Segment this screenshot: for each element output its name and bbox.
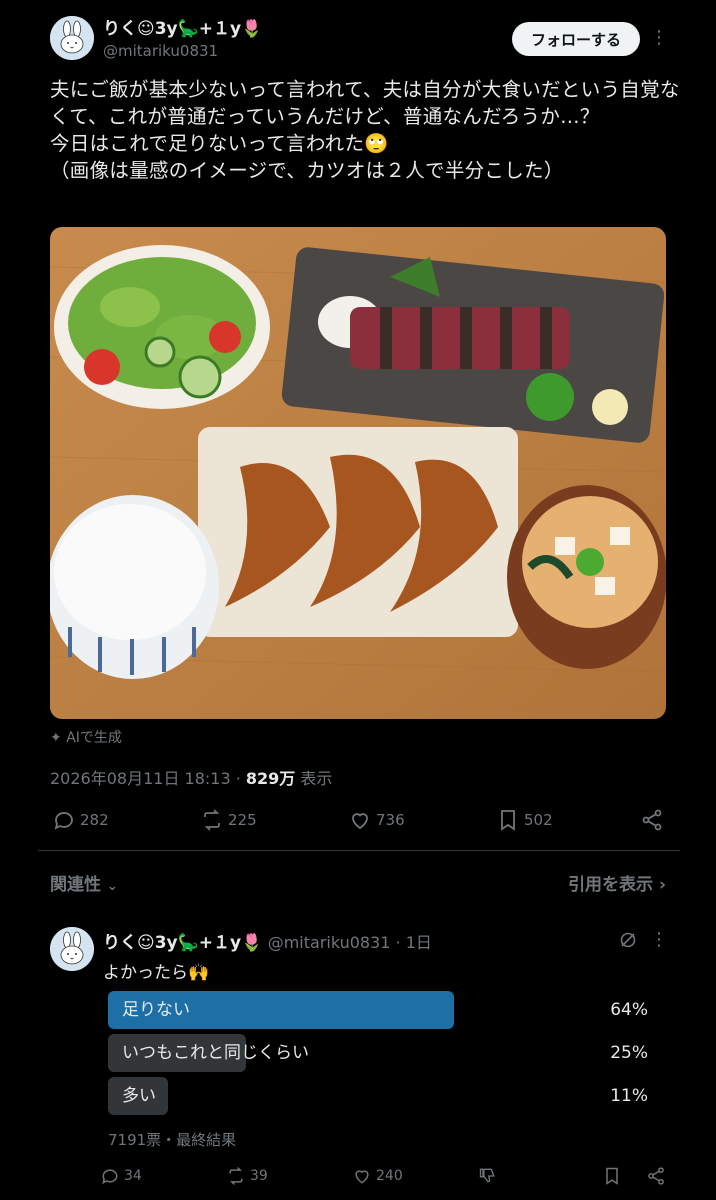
reply-reply-button[interactable]: 34 (100, 1166, 142, 1186)
reply-bookmark-button[interactable] (602, 1166, 622, 1186)
views-label: 表示 (300, 769, 333, 788)
view-quotes-link[interactable]: 引用を表示 › (568, 870, 666, 895)
tweet-timestamp[interactable]: 2026年08月11日 18:13 (50, 769, 231, 788)
poll-option-label: いつもこれと同じくらい (122, 1043, 309, 1063)
heart-icon (352, 813, 368, 830)
poll-option-percent: 64% (610, 1000, 648, 1020)
repost-icon (229, 1167, 243, 1185)
share-icon (648, 1167, 664, 1185)
poll-option-label: 多い (122, 1086, 156, 1106)
repost-button[interactable]: 225 (200, 808, 257, 832)
reply-time[interactable]: 1日 (406, 933, 432, 952)
chevron-down-icon: ⌄ (106, 879, 118, 894)
ai-generated-label[interactable]: ✦ AIで生成 (50, 727, 122, 747)
poll-option-label: 足りない (122, 1000, 190, 1020)
poll-footer: 7191票・最終結果 (108, 1131, 237, 1149)
repost-icon (204, 809, 220, 831)
reply-like-button[interactable]: 240 (352, 1166, 403, 1186)
reply-repost-button[interactable]: 39 (226, 1166, 268, 1186)
reply-author-avatar[interactable] (50, 927, 94, 971)
author-avatar[interactable] (50, 16, 94, 60)
bunny-avatar-icon (50, 927, 94, 971)
tweet-text: 夫にご飯が基本少ないって言われて、夫は自分が大食いだという自覚なくて、これが普通… (50, 78, 680, 182)
sparkle-icon: ✦ (50, 730, 67, 746)
sort-dropdown[interactable]: 関連性 ⌄ (50, 870, 118, 895)
more-options-icon[interactable]: ⋮ (650, 28, 668, 48)
reply-share-button[interactable] (646, 1166, 666, 1186)
bookmark-icon (606, 1167, 618, 1185)
heart-icon (355, 1170, 369, 1184)
tweet-photo[interactable] (50, 227, 666, 719)
bookmark-button[interactable]: 502 (496, 808, 553, 832)
author-display-name[interactable]: りく☺︎3y🦕+１y🌷 (103, 14, 262, 39)
thumbs-down-icon (479, 1168, 495, 1183)
follow-button[interactable]: フォローする (512, 22, 640, 56)
reply-more-options-icon[interactable]: ⋮ (650, 930, 668, 950)
chevron-right-icon: › (658, 875, 666, 895)
reply-dislike-button[interactable] (478, 1166, 498, 1186)
reply-header: りく☺︎3y🦕+１y🌷 @mitariku0831 · 1日 (103, 933, 432, 953)
poll-option-percent: 11% (610, 1086, 648, 1106)
reply-icon (54, 812, 73, 830)
views-count: 829万 (245, 769, 296, 788)
bunny-avatar-icon (50, 16, 94, 60)
author-handle[interactable]: @mitariku0831 (103, 42, 218, 60)
poll-option-percent: 25% (610, 1043, 648, 1063)
bookmark-icon (501, 810, 515, 831)
reply-text: よかったら🙌 (103, 963, 210, 983)
grok-icon[interactable] (618, 930, 638, 950)
divider (38, 850, 680, 851)
share-icon (642, 809, 662, 831)
share-button[interactable] (640, 808, 664, 832)
like-button[interactable]: 736 (348, 808, 405, 832)
tweet-meta: 2026年08月11日 18:13 · 829万 表示 (50, 769, 333, 788)
reply-icon (102, 1169, 118, 1185)
reply-handle[interactable]: @mitariku0831 (268, 933, 391, 952)
reply-button[interactable]: 282 (52, 808, 109, 832)
reply-display-name[interactable]: りく☺︎3y🦕+１y🌷 (103, 933, 262, 953)
